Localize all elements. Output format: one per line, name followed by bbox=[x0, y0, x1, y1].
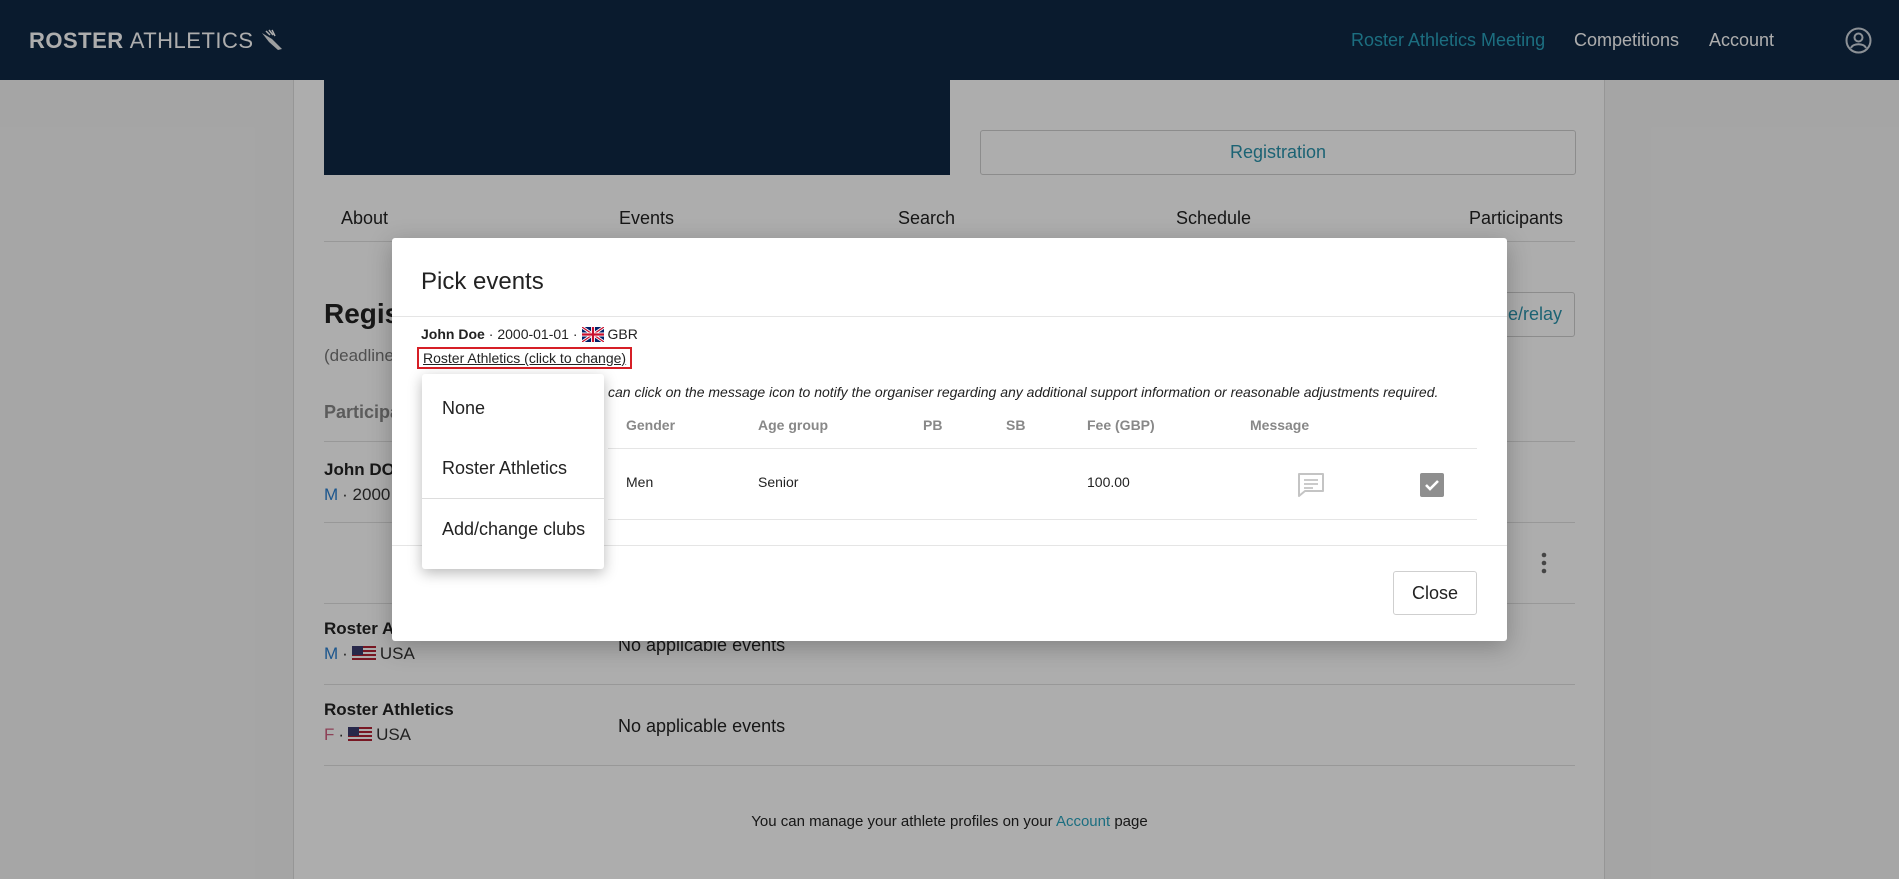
event-checkbox[interactable] bbox=[1420, 473, 1444, 497]
athlete-country: GBR bbox=[607, 326, 638, 342]
add-change-clubs-option[interactable]: Add/change clubs bbox=[442, 519, 585, 540]
cell-fee: 100.00 bbox=[1087, 474, 1130, 490]
table-row-divider bbox=[608, 519, 1477, 520]
col-gender: Gender bbox=[626, 417, 676, 433]
col-fee: Fee (GBP) bbox=[1087, 417, 1155, 433]
message-info-text: can click on the message icon to notify … bbox=[608, 384, 1439, 400]
club-dropdown-menu: None Roster Athletics Add/change clubs bbox=[422, 374, 604, 569]
athlete-info: John Doe · 2000-01-01 · GBR bbox=[421, 326, 638, 342]
club-option-roster-athletics[interactable]: Roster Athletics bbox=[442, 458, 567, 479]
gbr-flag-icon bbox=[581, 326, 604, 342]
checkmark-icon bbox=[1425, 480, 1439, 491]
col-pb: PB bbox=[923, 417, 943, 433]
dropdown-divider bbox=[422, 498, 604, 499]
col-sb: SB bbox=[1006, 417, 1026, 433]
athlete-dob: · 2000-01-01 · bbox=[488, 326, 578, 342]
table-header-divider bbox=[608, 448, 1477, 449]
dialog-header-divider bbox=[392, 316, 1507, 317]
change-club-link[interactable]: Roster Athletics (click to change) bbox=[417, 347, 633, 369]
cell-age-group: Senior bbox=[758, 474, 799, 490]
col-message: Message bbox=[1250, 417, 1310, 433]
message-icon[interactable] bbox=[1297, 472, 1325, 498]
col-age-group: Age group bbox=[758, 417, 828, 433]
cell-gender: Men bbox=[626, 474, 654, 490]
dialog-title: Pick events bbox=[421, 268, 544, 295]
club-option-none[interactable]: None bbox=[442, 398, 485, 419]
athlete-name: John Doe bbox=[421, 326, 485, 342]
close-button[interactable]: Close bbox=[1393, 571, 1477, 615]
